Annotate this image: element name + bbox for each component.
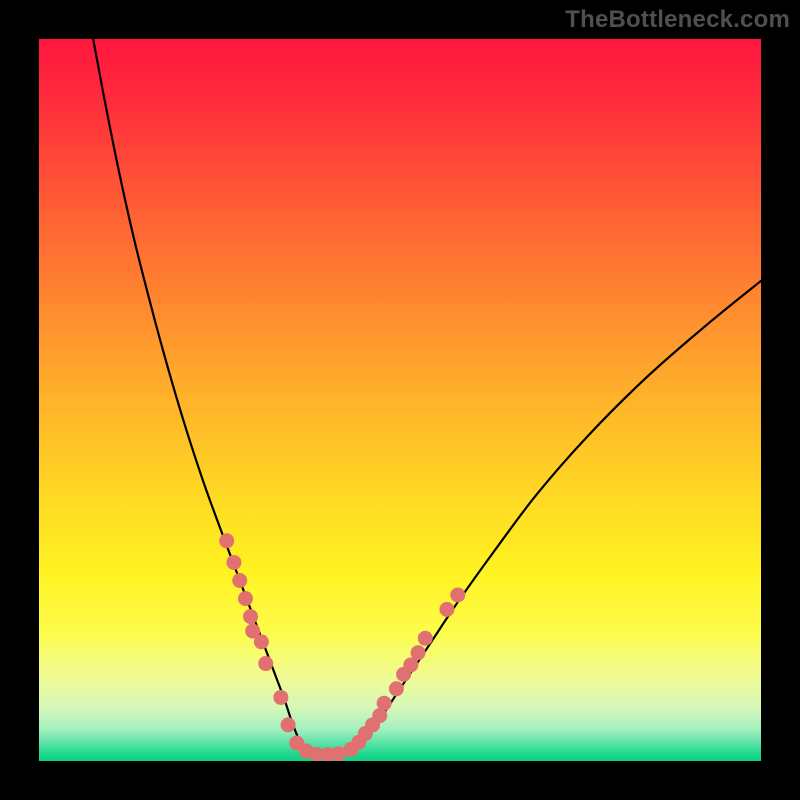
plot-area	[39, 39, 761, 761]
marker-dot	[226, 555, 241, 570]
marker-dot	[281, 717, 296, 732]
marker-dot	[418, 631, 433, 646]
marker-dot	[377, 696, 392, 711]
marker-dot	[238, 591, 253, 606]
marker-dot	[232, 573, 247, 588]
watermark-text: TheBottleneck.com	[565, 6, 790, 34]
marker-dot	[219, 533, 234, 548]
marker-dot	[243, 609, 258, 624]
marker-layer	[39, 39, 761, 761]
marker-dot	[254, 634, 269, 649]
marker-dot	[450, 587, 465, 602]
marker-dot	[389, 681, 404, 696]
marker-dot	[258, 656, 273, 671]
marker-dot	[411, 645, 426, 660]
marker-dot	[273, 690, 288, 705]
marker-dot	[439, 602, 454, 617]
chart-stage: TheBottleneck.com	[0, 0, 800, 800]
